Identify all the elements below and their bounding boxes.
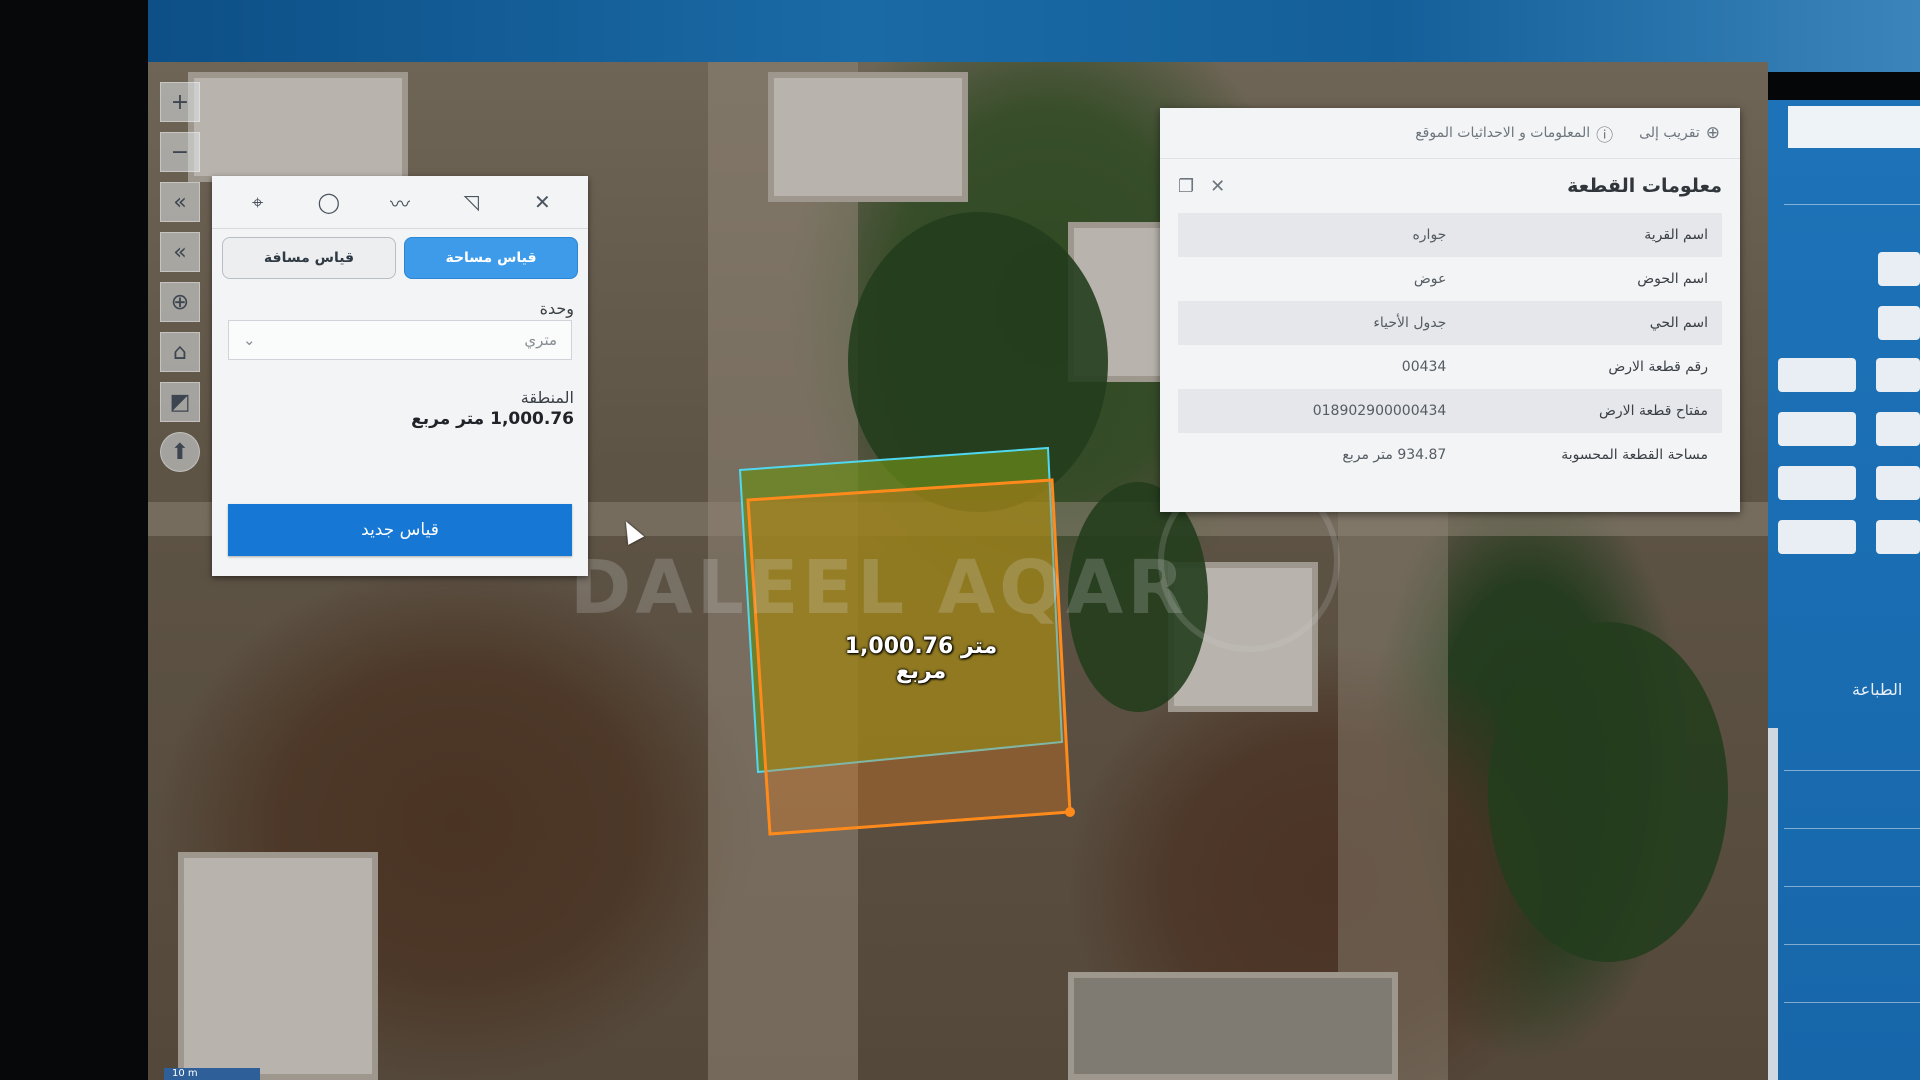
row-value: 934.87 متر مربع <box>1342 447 1447 463</box>
divider <box>1784 828 1920 829</box>
info-title: معلومات القطعة <box>1567 175 1722 197</box>
divider <box>1784 886 1920 887</box>
table-row: اسم الحوض عوض <box>1178 257 1722 301</box>
map-area-label: 1,000.76 متر مربع <box>844 634 998 684</box>
table-row: مفتاح قطعة الارض 018902900000434 <box>1178 389 1722 433</box>
divider <box>1784 204 1920 205</box>
new-measure-button[interactable]: قياس جديد <box>228 504 572 556</box>
unit-label: وحدة <box>539 299 574 318</box>
filter-dropdown[interactable] <box>1876 412 1920 446</box>
divider <box>1784 944 1920 945</box>
print-label: الطباعة <box>1852 680 1903 699</box>
minus-icon: − <box>170 139 190 165</box>
coords-link[interactable]: ⓘ المعلومات و الاحداثيات الموقع <box>1415 121 1613 146</box>
row-key: مساحة القطعة المحسوبة <box>1561 447 1708 463</box>
pin-icon[interactable]: ⌖ <box>240 190 276 214</box>
zoom-in-icon: ⊕ <box>1705 123 1720 143</box>
right-side-panel <box>1768 100 1920 1080</box>
previous-extent-button[interactable]: « <box>160 232 200 272</box>
row-key: رقم قطعة الارض <box>1608 359 1708 375</box>
scale-bar: 10 m <box>164 1068 260 1080</box>
measure-tabs: قياس مساحة قياس مسافة <box>212 229 588 287</box>
restore-window-icon[interactable]: ❐ <box>1178 176 1194 197</box>
circle-icon[interactable]: ◯ <box>311 190 347 214</box>
row-value: جواره <box>1412 227 1447 243</box>
locate-button[interactable]: ⊕ <box>160 282 200 322</box>
compass-icon: ⬆ <box>170 439 190 465</box>
layer-select[interactable] <box>1788 106 1920 148</box>
row-value: 00434 <box>1401 359 1447 375</box>
zoom-in-button[interactable]: + <box>160 82 200 122</box>
plus-icon: + <box>170 89 190 115</box>
double-chevron-left-icon: « <box>173 189 187 215</box>
tab-area-measure[interactable]: قياس مساحة <box>404 237 578 279</box>
area-value: 1,000.76 متر مربع <box>411 409 574 429</box>
close-icon[interactable]: ✕ <box>524 190 560 214</box>
tab-distance-measure-label: قياس مسافة <box>263 250 355 266</box>
tab-distance-measure[interactable]: قياس مسافة <box>222 237 396 279</box>
chevron-down-icon: ⌄ <box>243 331 256 349</box>
measure-icon: ◩ <box>169 389 191 415</box>
zoom-out-button[interactable]: − <box>160 132 200 172</box>
table-row: اسم القرية جواره <box>1178 213 1722 257</box>
info-header: معلومات القطعة ❐ ✕ <box>1160 159 1740 213</box>
home-button[interactable]: ⌂ <box>160 332 200 372</box>
print-button[interactable]: الطباعة <box>1852 680 1902 699</box>
row-value: عوض <box>1413 271 1447 287</box>
filter-dropdown[interactable] <box>1878 306 1920 340</box>
info-actions: ❐ ✕ <box>1178 176 1225 197</box>
divider <box>1784 1002 1920 1003</box>
unit-select-value: متري <box>524 331 557 349</box>
coords-label: المعلومات و الاحداثيات الموقع <box>1415 125 1591 141</box>
info-links: ⊕ تقريب إلى ⓘ المعلومات و الاحداثيات الم… <box>1160 108 1740 159</box>
area-title: المنطقة <box>520 388 574 407</box>
row-key: مفتاح قطعة الارض <box>1598 403 1708 419</box>
unit-select[interactable]: متري ⌄ <box>228 320 572 360</box>
scrollbar[interactable] <box>1768 728 1778 1080</box>
polyline-icon[interactable]: 〰 <box>382 188 418 217</box>
info-table: اسم القرية جواره اسم الحوض عوض اسم الحي جدو… <box>1178 213 1722 477</box>
filter-dropdown[interactable] <box>1878 252 1920 286</box>
map-toolbar: + − « « ⊕ ⌂ ◩ ⬆ <box>160 82 202 472</box>
parcel-info-panel: ⊕ تقريب إلى ⓘ المعلومات و الاحداثيات الم… <box>1160 108 1740 512</box>
divider <box>1784 770 1920 771</box>
row-value: 018902900000434 <box>1312 403 1447 419</box>
filter-input[interactable] <box>1778 358 1856 392</box>
table-row: رقم قطعة الارض 00434 <box>1178 345 1722 389</box>
filter-input[interactable] <box>1778 520 1856 554</box>
tab-area-measure-label: قياس مساحة <box>445 250 537 266</box>
filter-input[interactable] <box>1778 412 1856 446</box>
filter-input[interactable] <box>1778 466 1856 500</box>
measure-tool-button[interactable]: ◩ <box>160 382 200 422</box>
measure-toolbar: ⌖ ◯ 〰 ◹ ✕ <box>212 176 588 229</box>
crosshair-icon: ⊕ <box>170 289 190 315</box>
double-chevron-left-icon: « <box>173 239 187 265</box>
measure-panel: ⌖ ◯ 〰 ◹ ✕ قياس مساحة قياس مسافة وحدة متر… <box>212 176 588 576</box>
home-icon: ⌂ <box>173 339 187 365</box>
row-key: اسم الحي <box>1649 315 1708 331</box>
polygon-icon[interactable]: ◹ <box>453 190 489 214</box>
row-value: جدول الأحياء <box>1373 315 1447 331</box>
table-row: اسم الحي جدول الأحياء <box>1178 301 1722 345</box>
close-icon[interactable]: ✕ <box>1210 176 1225 197</box>
scale-text: 10 m <box>172 1068 198 1079</box>
filter-dropdown[interactable] <box>1876 358 1920 392</box>
back-extent-button[interactable]: « <box>160 182 200 222</box>
filter-dropdown[interactable] <box>1876 466 1920 500</box>
vertex-handle[interactable] <box>1065 807 1075 817</box>
row-key: اسم الحوض <box>1637 271 1708 287</box>
info-icon: ⓘ <box>1596 125 1614 146</box>
zoom-to-link[interactable]: ⊕ تقريب إلى <box>1639 123 1720 143</box>
table-row: مساحة القطعة المحسوبة 934.87 متر مربع <box>1178 433 1722 477</box>
compass-button[interactable]: ⬆ <box>160 432 200 472</box>
row-key: اسم القرية <box>1644 227 1708 243</box>
filter-dropdown[interactable] <box>1876 520 1920 554</box>
zoom-to-label: تقريب إلى <box>1639 125 1700 141</box>
